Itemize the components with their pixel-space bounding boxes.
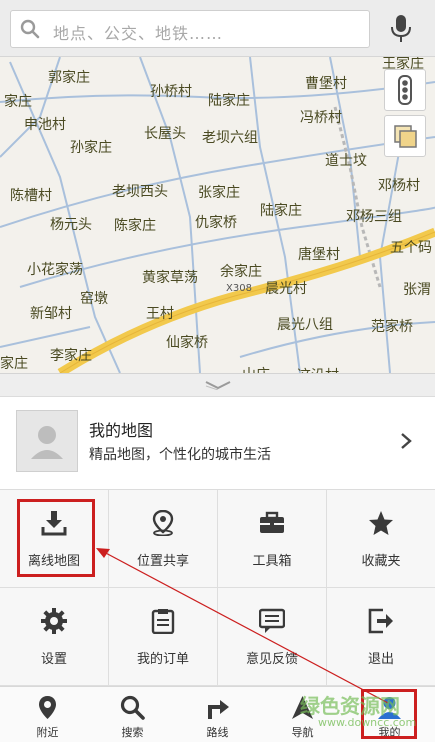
grid-label: 意见反馈 [245, 652, 298, 667]
place-label: 冯桥村 [300, 110, 342, 126]
favorites-button[interactable]: 收藏夹 [327, 490, 435, 588]
chevron-right-icon [401, 433, 412, 449]
highlight-box [17, 499, 95, 577]
clipboard-icon [151, 609, 175, 634]
layers-icon [394, 125, 417, 148]
road-label: X308 [226, 283, 252, 294]
route-icon [208, 700, 229, 719]
logout-button[interactable]: 退出 [327, 588, 435, 686]
nav-label: 搜索 [121, 726, 144, 739]
search-input[interactable]: 地点、公交、地铁…… [10, 10, 370, 48]
nav-search[interactable]: 搜索 [89, 687, 176, 742]
grid-label: 退出 [367, 652, 394, 667]
collapse-icon [205, 381, 231, 390]
place-label: 张家庄 [198, 185, 240, 201]
place-label: 唐堡村 [298, 247, 340, 263]
grid-label: 位置共享 [136, 554, 189, 569]
search-placeholder: 地点、公交、地铁…… [53, 24, 224, 43]
place-label: 李家庄 [50, 348, 92, 364]
nav-route[interactable]: 路线 [174, 687, 261, 742]
grid-label: 收藏夹 [361, 554, 401, 569]
place-label: 邓杨三组 [346, 209, 402, 225]
place-label: 五个码 [390, 240, 432, 256]
place-label: 小花家荡 [27, 262, 83, 278]
place-label: 王村 [146, 306, 174, 322]
place-label: 长屋头 [144, 126, 186, 142]
search-icon [20, 19, 40, 39]
place-label: 家庄 [0, 356, 28, 372]
place-label: 仇家桥 [195, 215, 237, 231]
map-view[interactable]: 王家庄 郭家庄 孙桥村 曹堡村 家庄 陆家庄 申池村 冯桥村 长屋头 老坝六组 … [0, 57, 435, 373]
place-label: 新邹村 [30, 306, 72, 322]
grid-label: 工具箱 [252, 554, 292, 569]
place-label: 陈槽村 [10, 188, 52, 204]
location-share-button[interactable]: 位置共享 [109, 490, 218, 588]
search-icon [120, 695, 145, 720]
my-orders-button[interactable]: 我的订单 [109, 588, 218, 686]
place-label: 陈家庄 [114, 218, 156, 234]
place-label: 张渭 [403, 282, 431, 298]
place-label: 陆家庄 [260, 203, 302, 219]
place-label: 邓杨村 [378, 178, 420, 194]
nav-label: 附近 [36, 726, 59, 739]
grid-label: 我的订单 [136, 652, 189, 667]
place-label: 黄家草荡 [142, 270, 198, 286]
toolbox-button[interactable]: 工具箱 [218, 490, 327, 588]
place-label: 余家庄 [220, 264, 262, 280]
feedback-icon [259, 608, 285, 633]
place-label: 窑墩 [80, 291, 108, 307]
panel-handle[interactable] [0, 373, 435, 396]
place-label: 杨元头 [50, 217, 92, 233]
pin-icon [39, 696, 56, 719]
place-label: 范家桥 [371, 319, 413, 335]
feedback-button[interactable]: 意见反馈 [218, 588, 327, 686]
place-label: 晨光八组 [277, 317, 333, 333]
layers-button[interactable] [384, 115, 426, 157]
nav-label: 路线 [206, 726, 229, 739]
traffic-button[interactable] [384, 69, 426, 111]
place-label: 老坝六组 [202, 130, 258, 146]
star-icon [369, 511, 393, 535]
place-label: 郭家庄 [48, 70, 90, 86]
place-label: 仙家桥 [166, 335, 208, 351]
location-share-icon [152, 510, 174, 536]
place-label: 孙桥村 [150, 84, 192, 100]
microphone-icon[interactable] [389, 14, 413, 44]
nav-nearby[interactable]: 附近 [4, 687, 91, 742]
user-placeholder-icon [31, 426, 63, 459]
traffic-light-icon [398, 75, 412, 105]
place-label: 陆家庄 [208, 93, 250, 109]
exit-icon [368, 608, 393, 634]
top-bar: 地点、公交、地铁…… [0, 0, 435, 57]
grid-label: 设置 [40, 652, 67, 667]
gear-icon [41, 608, 67, 634]
my-map-subtitle: 精品地图，个性化的城市生活 [89, 447, 271, 463]
place-label: 山庄 [242, 364, 270, 373]
place-label: 晨光村 [265, 281, 307, 297]
toolbox-icon [260, 511, 284, 533]
place-label: 这沿村 [297, 365, 339, 373]
place-label: 申池村 [24, 117, 66, 133]
place-label: 家庄 [4, 94, 32, 110]
place-label: 道士坟 [325, 153, 367, 169]
settings-button[interactable]: 设置 [0, 588, 109, 686]
watermark-title: 绿色资源网 [300, 694, 400, 718]
avatar [16, 410, 78, 472]
place-label: 老坝西头 [112, 184, 168, 200]
my-map-title: 我的地图 [89, 421, 154, 440]
place-label: 孙家庄 [70, 140, 112, 156]
place-label: 曹堡村 [305, 76, 347, 92]
my-map-card[interactable]: 我的地图 精品地图，个性化的城市生活 [0, 396, 435, 490]
watermark-url: www.downcc.com [318, 716, 417, 729]
